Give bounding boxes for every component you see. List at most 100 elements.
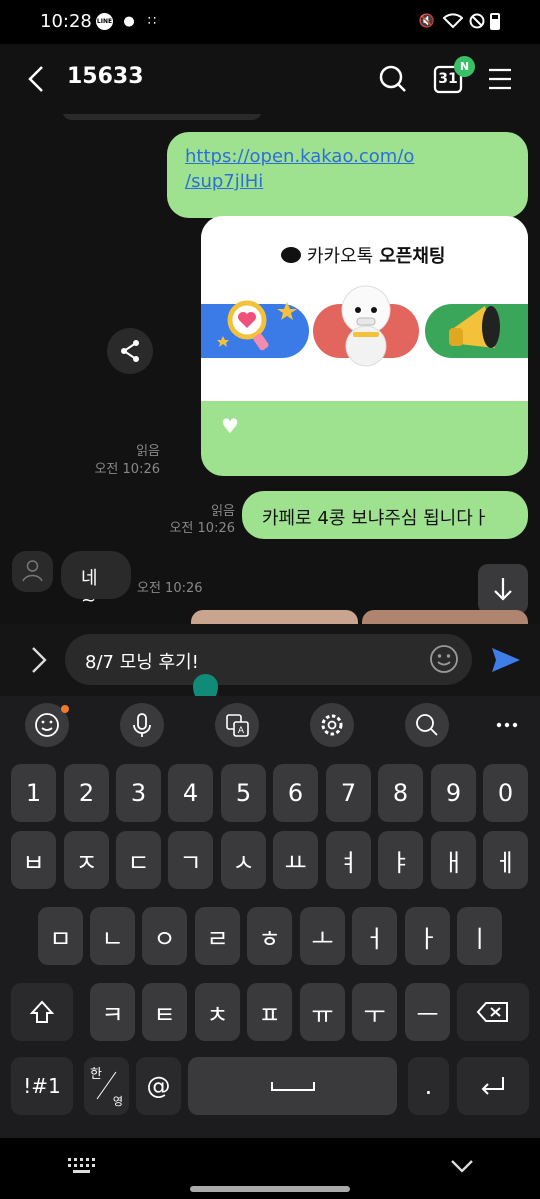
keyboard-grid-icon [68,1158,95,1173]
more-horizontal-icon [496,722,518,728]
photo-thumbnail[interactable] [191,610,358,624]
keyboard-settings-button[interactable] [310,703,354,747]
more-options-button[interactable] [485,703,529,747]
space-key[interactable] [188,1057,397,1115]
open-chat-card-image: 카카오톡 오픈채팅 [201,216,528,401]
key-ㅛ[interactable]: ㅛ [273,831,318,889]
key-ㄷ[interactable]: ㄷ [116,831,161,889]
key-ㄱ[interactable]: ㄱ [168,831,213,889]
key-ㅂ[interactable]: ㅂ [11,831,56,889]
key-ㅏ[interactable]: ㅏ [405,907,450,965]
key-ㄹ[interactable]: ㄹ [195,907,240,965]
avatar[interactable] [12,551,53,592]
arrow-down-icon [494,578,512,601]
key-ㅓ[interactable]: ㅓ [352,907,397,965]
new-badge: N [454,56,475,77]
emoticon-button[interactable] [428,643,460,675]
back-arrow-icon [28,66,43,92]
key-0[interactable]: 0 [483,764,528,822]
photo-thumbnail[interactable] [362,610,528,624]
keyboard-switch-button[interactable] [66,1156,96,1176]
link-text-line1[interactable]: https://open.kakao.com/o [185,144,510,169]
emoji-button[interactable] [25,703,69,747]
key-ㅎ[interactable]: ㅎ [247,907,292,965]
chat-header: 15633 31 [0,44,540,114]
send-button[interactable] [484,638,528,682]
menu-button[interactable] [478,57,522,101]
message-time: 오전 10:26 [137,581,203,596]
message-input-text: 8/7 모닝 후기! [85,652,199,673]
search-button[interactable] [371,57,415,101]
symbols-key[interactable]: !#1 [11,1057,73,1115]
key-2[interactable]: 2 [64,764,109,822]
backspace-key[interactable] [457,983,529,1041]
chat-title: 15633 [67,64,144,89]
hide-keyboard-button[interactable] [448,1154,476,1178]
link-text-line2[interactable]: /sup7jlHi [185,169,510,194]
at-key[interactable]: @ [136,1057,181,1115]
open-chat-card[interactable]: 카카오톡 오픈채팅 ♥ [201,216,528,476]
key-ㄴ[interactable]: ㄴ [90,907,135,965]
voice-input-button[interactable] [120,703,164,747]
key-4[interactable]: 4 [168,764,213,822]
microphone-icon [133,713,151,737]
send-icon [492,648,520,672]
key-ㅇ[interactable]: ㅇ [142,907,187,965]
key-ㅗ[interactable]: ㅗ [300,907,345,965]
brand-label-bold: 오픈채팅 [379,246,446,267]
key-9[interactable]: 9 [431,764,476,822]
heart-magnifier-icon [217,300,297,351]
key-ㅡ[interactable]: ㅡ [405,983,450,1041]
keyboard-search-button[interactable] [405,703,449,747]
key-ㅋ[interactable]: ㅋ [90,983,135,1041]
backspace-icon [476,1002,508,1022]
expand-button[interactable] [17,638,61,682]
key-ㅐ[interactable]: ㅐ [431,831,476,889]
translate-button[interactable]: A [215,703,259,747]
chat-area[interactable]: https://open.kakao.com/o /sup7jlHi 카카오톡 오… [0,114,540,624]
dog-character-illustration [313,285,419,367]
message-time: 오전 10:26 [169,521,235,536]
link-message-bubble[interactable]: https://open.kakao.com/o /sup7jlHi [167,132,528,218]
shift-icon [29,1000,55,1023]
enter-icon [481,1077,504,1095]
back-button[interactable] [16,57,60,101]
home-indicator[interactable] [190,1186,350,1192]
key-ㅍ[interactable]: ㅍ [247,983,292,1041]
kakao-talk-icon [281,247,301,263]
key-ㅊ[interactable]: ㅊ [195,983,240,1041]
period-key[interactable]: . [408,1057,449,1115]
message-input[interactable]: 8/7 모닝 후기! [65,634,472,704]
key-7[interactable]: 7 [326,764,371,822]
key-ㅜ[interactable]: ㅜ [352,983,397,1041]
megaphone-illustration [425,304,528,358]
keyboard-toolbar: A [0,696,540,758]
key-ㅁ[interactable]: ㅁ [38,907,83,965]
key-ㅔ[interactable]: ㅔ [483,831,528,889]
incoming-message-bubble[interactable]: 네~ [61,551,131,611]
lang-english-label: 영 [112,1095,123,1108]
menu-icon [489,68,511,90]
key-ㅈ[interactable]: ㅈ [64,831,109,889]
key-3[interactable]: 3 [116,764,161,822]
space-icon [270,1082,315,1091]
share-button[interactable] [107,328,153,374]
text-message-bubble[interactable]: 카페로 4콩 보냐주심 됩니다ㅏ [242,491,528,539]
key-ㅠ[interactable]: ㅠ [300,983,345,1041]
message-input-row: 8/7 모닝 후기! [0,624,540,704]
key-5[interactable]: 5 [221,764,266,822]
key-ㅕ[interactable]: ㅕ [326,831,371,889]
key-ㅣ[interactable]: ㅣ [457,907,502,965]
key-1[interactable]: 1 [11,764,56,822]
key-ㅑ[interactable]: ㅑ [378,831,423,889]
do-not-disturb-icon [468,13,486,31]
key-ㅅ[interactable]: ㅅ [221,831,266,889]
heart-icon[interactable]: ♥ [221,414,239,438]
enter-key[interactable] [457,1057,529,1115]
key-8[interactable]: 8 [378,764,423,822]
scroll-down-button[interactable] [478,564,528,614]
language-key[interactable]: 한영 [84,1057,129,1115]
key-6[interactable]: 6 [273,764,318,822]
shift-key[interactable] [11,983,73,1041]
key-ㅌ[interactable]: ㅌ [142,983,187,1041]
